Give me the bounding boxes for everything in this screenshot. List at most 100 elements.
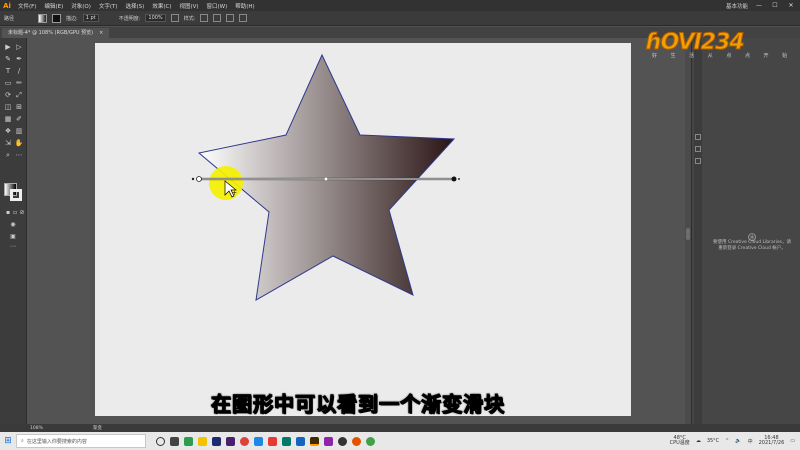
- stroke-swatch[interactable]: [52, 13, 62, 23]
- workspace-switcher[interactable]: 基本功能: [726, 2, 748, 10]
- premiere-icon[interactable]: [226, 436, 235, 446]
- menu-select[interactable]: 选择(S): [122, 2, 149, 10]
- wechat-icon[interactable]: [184, 436, 193, 446]
- layers-panel-icon[interactable]: [695, 146, 701, 152]
- opacity-field[interactable]: 100%: [145, 14, 166, 22]
- app-icon-dark[interactable]: [338, 436, 347, 446]
- preferences-icon[interactable]: [226, 14, 235, 22]
- weather-icon[interactable]: ☁: [696, 438, 701, 444]
- minimize-button[interactable]: —: [754, 2, 764, 9]
- selection-type-label: 路径: [4, 15, 15, 22]
- style-swatch-icon[interactable]: [200, 14, 209, 22]
- note-app-icon[interactable]: [282, 436, 291, 446]
- rotate-tool-icon[interactable]: ⟳: [3, 90, 13, 100]
- gradient-tool-icon[interactable]: ▥: [14, 126, 24, 136]
- menu-help[interactable]: 帮助(H): [231, 2, 258, 10]
- document-tab[interactable]: 未标题-4* @ 108% (RGB/GPU 预览) ×: [2, 28, 110, 38]
- volume-icon[interactable]: 🔈: [735, 438, 741, 444]
- taskbar-apps: [156, 436, 375, 446]
- menu-edit[interactable]: 编辑(E): [40, 2, 67, 10]
- scale-tool-icon[interactable]: ⤢: [14, 90, 24, 100]
- selection-tool-icon[interactable]: ▶: [3, 42, 13, 52]
- direct-selection-tool-icon[interactable]: ▷: [14, 42, 24, 52]
- pen-tool-icon[interactable]: ✒: [14, 54, 24, 64]
- temperature-label: CPU温度: [669, 440, 690, 446]
- perspective-tool-icon[interactable]: ✐: [14, 114, 24, 124]
- system-clock[interactable]: 16:48 2021/7/26: [759, 436, 785, 446]
- blend-tool-icon[interactable]: ✋: [14, 138, 24, 148]
- zoom-tool-icon[interactable]: ⋯: [14, 150, 24, 160]
- free-transform-tool-icon[interactable]: ⊞: [14, 102, 24, 112]
- draw-mode-icon[interactable]: ◉: [8, 220, 18, 230]
- tools-panel: ▶ ▷ ✎ ✒ T / ▭ ✏ ⟳ ⤢ ◫ ⊞ ▦ ✐ ❖ ▥ ⇲ ✋ ⌕ ⋯ …: [0, 38, 27, 424]
- document-tab-title: 未标题-4* @ 108% (RGB/GPU 预览): [8, 30, 94, 36]
- hand-tool-icon[interactable]: ⌕: [3, 150, 13, 160]
- system-tray: 48°C CPU温度 ☁ 35°C ⌃ 🔈 中 16:48 2021/7/26 …: [670, 436, 800, 446]
- close-window-button[interactable]: ✕: [786, 2, 796, 9]
- cpu-temperature: 35°C: [706, 438, 720, 444]
- canvas-area[interactable]: + 在图形中可以看到一个渐变滑块: [27, 38, 689, 424]
- zoom-level[interactable]: 108%: [30, 426, 43, 431]
- browser-icon[interactable]: [254, 436, 263, 446]
- menu-file[interactable]: 文件(F): [14, 2, 40, 10]
- task-view-icon[interactable]: [170, 436, 179, 446]
- app-icon-orange[interactable]: [352, 436, 361, 446]
- stroke-color-box[interactable]: [10, 189, 22, 201]
- cc-login-message: ⊛ 要使用 Creative Cloud Libraries，请 重新登录 Cr…: [706, 231, 798, 252]
- menu-object[interactable]: 对象(O): [67, 2, 95, 10]
- rectangle-tool-icon[interactable]: ▭: [3, 78, 13, 88]
- mesh-tool-icon[interactable]: ❖: [3, 126, 13, 136]
- shape-builder-tool-icon[interactable]: ▦: [3, 114, 13, 124]
- properties-panel-icon[interactable]: [695, 134, 701, 140]
- menu-bar: Ai 文件(F) 编辑(E) 对象(O) 文字(T) 选择(S) 效果(C) 视…: [0, 0, 800, 11]
- gpu-temperature: 48°C CPU温度: [670, 436, 690, 446]
- fill-stroke-control[interactable]: [4, 183, 24, 203]
- cortana-icon[interactable]: [156, 436, 165, 446]
- align-icon[interactable]: [239, 14, 248, 22]
- fill-swatch[interactable]: [38, 13, 48, 23]
- photoshop-icon[interactable]: [212, 436, 221, 446]
- menu-effect[interactable]: 效果(C): [148, 2, 175, 10]
- app-icon-purple[interactable]: [324, 436, 333, 446]
- vertical-scroll-thumb[interactable]: [686, 228, 690, 240]
- opacity-arrow-icon[interactable]: [170, 14, 179, 22]
- close-tab-icon[interactable]: ×: [99, 28, 103, 38]
- menu-window[interactable]: 窗口(W): [203, 2, 232, 10]
- type-tool-icon[interactable]: T: [3, 66, 13, 76]
- media-app-icon[interactable]: [268, 436, 277, 446]
- gradient-midpoint-handle[interactable]: [324, 177, 328, 181]
- gradient-origin-dot: [191, 177, 195, 181]
- app-icon-green[interactable]: [366, 436, 375, 446]
- illustrator-taskbar-icon[interactable]: [310, 436, 319, 446]
- libraries-panel-icon[interactable]: [695, 158, 701, 164]
- illustrator-window: Ai 文件(F) 编辑(E) 对象(O) 文字(T) 选择(S) 效果(C) 视…: [0, 0, 800, 450]
- taskbar-search-box[interactable]: ⌕ 在这里输入你要搜索的内容: [16, 434, 146, 448]
- gradient-end-handle[interactable]: [451, 176, 457, 182]
- current-tool-name: 渐变: [92, 426, 102, 431]
- more-tools-icon[interactable]: ⋯: [8, 242, 18, 252]
- line-tool-icon[interactable]: /: [14, 66, 24, 76]
- width-tool-icon[interactable]: ◫: [3, 102, 13, 112]
- gradient-start-handle[interactable]: [196, 176, 202, 182]
- chrome-icon[interactable]: [240, 436, 249, 446]
- notification-icon[interactable]: ▭: [790, 438, 795, 444]
- file-explorer-icon[interactable]: [198, 436, 207, 446]
- document-setup-icon[interactable]: [213, 14, 222, 22]
- pencil-tool-icon[interactable]: ✏: [14, 78, 24, 88]
- menu-view[interactable]: 视图(V): [175, 2, 202, 10]
- edge-icon[interactable]: [296, 436, 305, 446]
- artwork-layer[interactable]: +: [27, 38, 689, 424]
- screen-mode-icon[interactable]: ▣: [8, 232, 18, 242]
- magic-wand-tool-icon[interactable]: ✎: [3, 54, 13, 64]
- stroke-weight-field[interactable]: 1 pt: [82, 14, 99, 22]
- tray-expand-icon[interactable]: ⌃: [725, 438, 729, 444]
- windows-start-icon[interactable]: ⊞: [0, 432, 16, 450]
- menu-type[interactable]: 文字(T): [95, 2, 122, 10]
- cc-message-line2[interactable]: 重新登录 Creative Cloud 帐户。: [706, 246, 798, 252]
- app-logo: Ai: [3, 1, 11, 10]
- none-mode-icon[interactable]: ⊘: [17, 208, 27, 218]
- eyedropper-tool-icon[interactable]: ⇲: [3, 138, 13, 148]
- maximize-button[interactable]: ☐: [770, 2, 780, 9]
- style-label: 样式:: [183, 15, 196, 22]
- ime-indicator[interactable]: 中: [748, 438, 753, 445]
